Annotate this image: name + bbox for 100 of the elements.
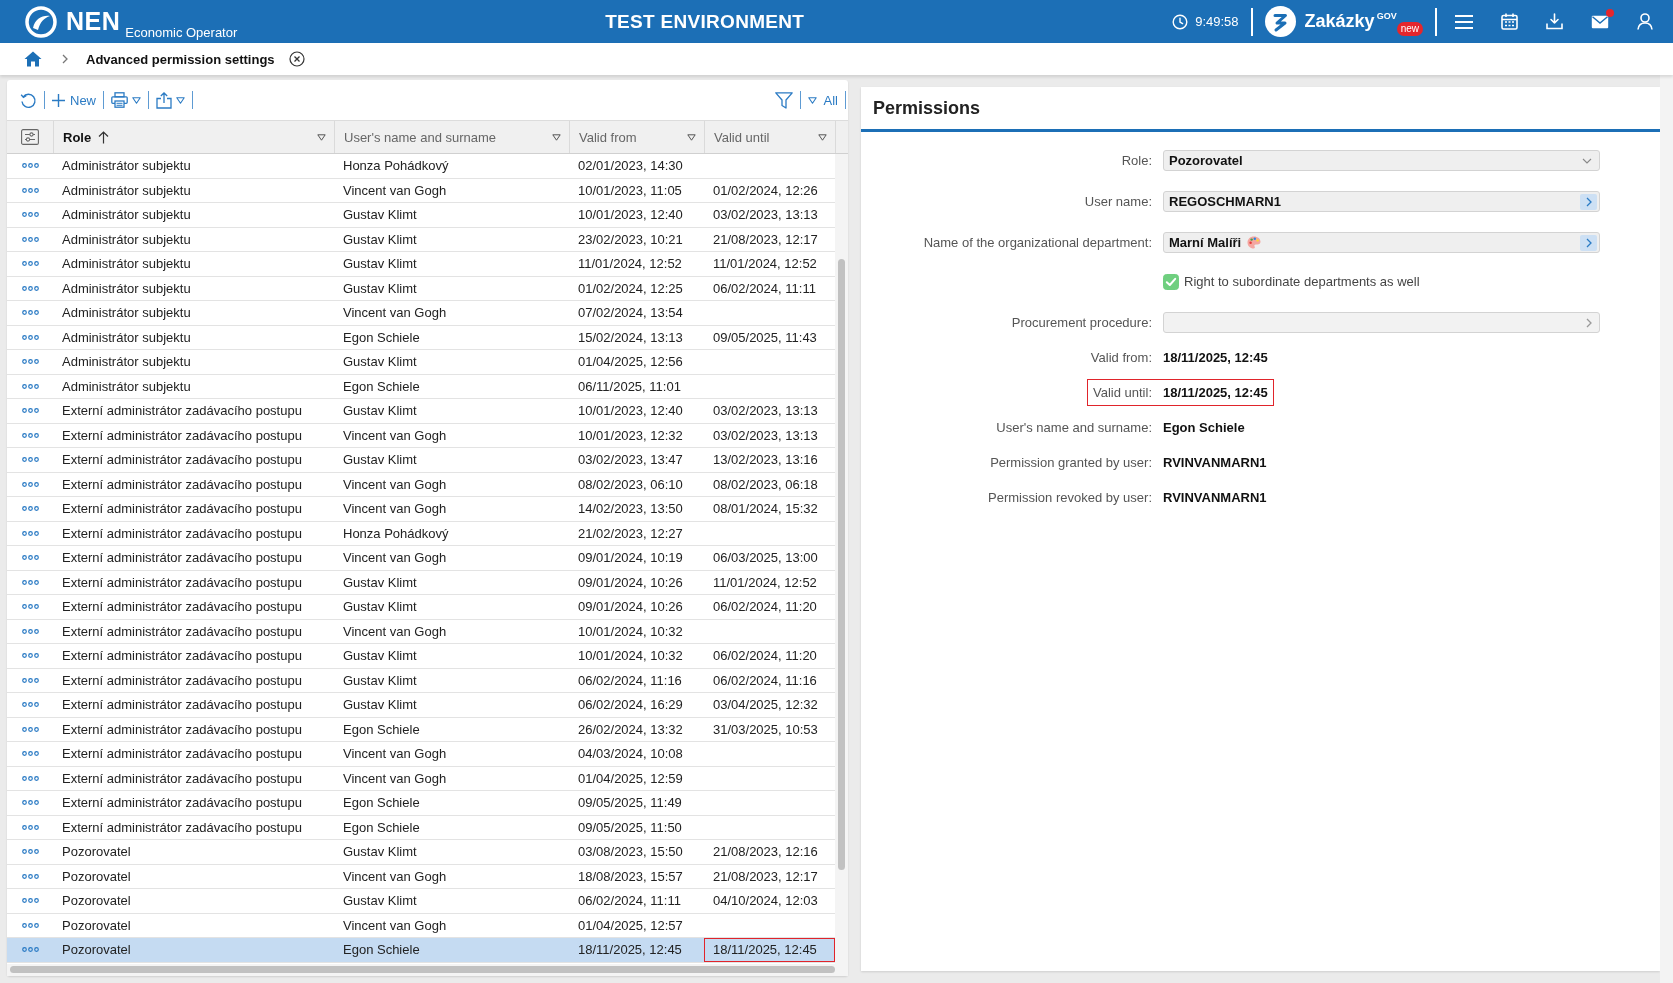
table-row[interactable]: Administrátor subjektu Egon Schiele 15/02/2024, 13:13 09/05/2025, 11:43 bbox=[7, 325, 835, 350]
export-button[interactable] bbox=[156, 91, 185, 109]
more-icon[interactable] bbox=[21, 530, 39, 536]
menu-icon[interactable] bbox=[1455, 14, 1473, 29]
more-icon[interactable] bbox=[21, 849, 39, 855]
more-icon[interactable] bbox=[21, 922, 39, 928]
table-row[interactable]: Externí administrátor zadávacího postupu Vincent van Gogh 10/01/2023, 12:32 03/02/2023, 13:13 bbox=[7, 423, 835, 448]
lookup-field[interactable]: REGOSCHMARN1 bbox=[1163, 191, 1600, 212]
table-row[interactable]: Externí administrátor zadávacího postupu Egon Schiele 09/05/2025, 11:49 bbox=[7, 791, 835, 816]
table-row[interactable]: Administrátor subjektu Gustav Klimt 01/04/2025, 12:56 bbox=[7, 350, 835, 375]
filter-caret-icon[interactable] bbox=[687, 133, 696, 141]
lookup-button[interactable] bbox=[1580, 193, 1597, 210]
table-row[interactable]: Administrátor subjektu Gustav Klimt 10/01/2023, 12:40 03/02/2023, 13:13 bbox=[7, 203, 835, 228]
table-cell-text: Administrátor subjektu bbox=[61, 157, 192, 176]
more-icon[interactable] bbox=[21, 506, 39, 512]
table-row[interactable]: Externí administrátor zadávacího postupu Honza Pohádkový 21/02/2023, 12:27 bbox=[7, 521, 835, 546]
table-row[interactable]: Administrátor subjektu Vincent van Gogh 07/02/2024, 13:54 bbox=[7, 301, 835, 326]
more-icon[interactable] bbox=[21, 653, 39, 659]
more-icon[interactable] bbox=[21, 383, 39, 389]
mail-icon[interactable] bbox=[1591, 14, 1609, 29]
table-row[interactable]: Externí administrátor zadávacího postupu Gustav Klimt 10/01/2023, 12:40 03/02/2023, 13:13 bbox=[7, 399, 835, 424]
more-icon[interactable] bbox=[21, 824, 39, 830]
table-row[interactable]: Externí administrátor zadávacího postupu Vincent van Gogh 01/04/2025, 12:59 bbox=[7, 766, 835, 791]
lookup-field[interactable]: Marní Malíři bbox=[1163, 232, 1600, 253]
new-button[interactable]: New bbox=[52, 92, 96, 108]
column-header[interactable]: Role bbox=[53, 121, 334, 153]
table-row[interactable]: Pozorovatel Vincent van Gogh 18/08/2023, 15:57 21/08/2023, 12:17 bbox=[7, 864, 835, 889]
download-icon[interactable] bbox=[1546, 13, 1563, 30]
table-row[interactable]: Administrátor subjektu Honza Pohádkový 02/01/2023, 14:30 bbox=[7, 154, 835, 179]
table-row[interactable]: Externí administrátor zadávacího postupu Gustav Klimt 10/01/2024, 10:32 06/02/2024, 11:20 bbox=[7, 644, 835, 669]
more-icon[interactable] bbox=[21, 800, 39, 806]
table-row[interactable]: Administrátor subjektu Gustav Klimt 23/02/2023, 10:21 21/08/2023, 12:17 bbox=[7, 227, 835, 252]
select-field[interactable]: Pozorovatel bbox=[1163, 150, 1600, 171]
table-row[interactable]: Administrátor subjektu Egon Schiele 06/11/2025, 11:01 bbox=[7, 374, 835, 399]
logo-icon[interactable] bbox=[25, 5, 57, 38]
table-row[interactable]: Externí administrátor zadávacího postupu Vincent van Gogh 14/02/2023, 13:50 08/01/2024, 15:32 bbox=[7, 497, 835, 522]
table-row[interactable]: Externí administrátor zadávacího postupu Vincent van Gogh 04/03/2024, 10:08 bbox=[7, 742, 835, 767]
app-name[interactable]: Zakázky bbox=[1304, 11, 1375, 32]
more-icon[interactable] bbox=[21, 702, 39, 708]
more-icon[interactable] bbox=[21, 212, 39, 218]
more-icon[interactable] bbox=[21, 261, 39, 267]
column-settings-icon[interactable] bbox=[21, 129, 39, 145]
more-icon[interactable] bbox=[21, 677, 39, 683]
user-icon[interactable] bbox=[1637, 13, 1653, 30]
more-icon[interactable] bbox=[21, 751, 39, 757]
more-icon[interactable] bbox=[21, 898, 39, 904]
more-icon[interactable] bbox=[21, 726, 39, 732]
more-icon[interactable] bbox=[21, 604, 39, 610]
table-row[interactable]: Administrátor subjektu Gustav Klimt 11/01/2024, 12:52 11/01/2024, 12:52 bbox=[7, 252, 835, 277]
more-icon[interactable] bbox=[21, 310, 39, 316]
more-icon[interactable] bbox=[21, 236, 39, 242]
vertical-scrollbar[interactable] bbox=[835, 154, 848, 964]
more-icon[interactable] bbox=[21, 873, 39, 879]
table-row[interactable]: Externí administrátor zadávacího postupu Gustav Klimt 06/02/2024, 11:16 06/02/2024, 11:16 bbox=[7, 668, 835, 693]
filter-caret-icon[interactable] bbox=[552, 133, 561, 141]
print-button[interactable] bbox=[111, 92, 141, 108]
lookup-button[interactable] bbox=[1580, 234, 1597, 251]
table-row[interactable]: Pozorovatel Egon Schiele 18/11/2025, 12:45 18/11/2025, 12:45 bbox=[7, 938, 835, 963]
more-icon[interactable] bbox=[21, 334, 39, 340]
column-header[interactable]: Valid until bbox=[704, 121, 835, 153]
filter-all-button[interactable]: All bbox=[807, 92, 838, 108]
app-logo-icon[interactable] bbox=[1264, 6, 1296, 37]
filter-caret-icon[interactable] bbox=[818, 133, 827, 141]
more-icon[interactable] bbox=[21, 163, 39, 169]
table-row[interactable]: Pozorovatel Gustav Klimt 03/08/2023, 15:50 21/08/2023, 12:16 bbox=[7, 840, 835, 865]
table-row[interactable]: Externí administrátor zadávacího postupu Gustav Klimt 09/01/2024, 10:26 06/02/2024, 11:20 bbox=[7, 595, 835, 620]
refresh-button[interactable] bbox=[20, 91, 37, 109]
more-icon[interactable] bbox=[21, 285, 39, 291]
more-icon[interactable] bbox=[21, 408, 39, 414]
more-icon[interactable] bbox=[21, 628, 39, 634]
table-row[interactable]: Externí administrátor zadávacího postupu Vincent van Gogh 10/01/2024, 10:32 bbox=[7, 619, 835, 644]
more-icon[interactable] bbox=[21, 457, 39, 463]
more-icon[interactable] bbox=[21, 947, 39, 953]
more-icon[interactable] bbox=[21, 359, 39, 365]
more-icon[interactable] bbox=[21, 555, 39, 561]
table-row[interactable]: Pozorovatel Gustav Klimt 06/02/2024, 11:11 04/10/2024, 12:03 bbox=[7, 889, 835, 914]
table-row[interactable]: Externí administrátor zadávacího postupu Vincent van Gogh 08/02/2023, 06:10 08/02/2023, 06:18 bbox=[7, 472, 835, 497]
table-row[interactable]: Externí administrátor zadávacího postupu Vincent van Gogh 09/01/2024, 10:19 06/03/2025, 13:00 bbox=[7, 546, 835, 571]
close-icon[interactable] bbox=[288, 51, 305, 67]
calendar-icon[interactable] bbox=[1501, 13, 1518, 30]
table-row[interactable]: Externí administrátor zadávacího postupu Egon Schiele 09/05/2025, 11:50 bbox=[7, 815, 835, 840]
checkbox[interactable] bbox=[1163, 273, 1179, 290]
table-row[interactable]: Externí administrátor zadávacího postupu Gustav Klimt 06/02/2024, 16:29 03/04/2025, 12:32 bbox=[7, 693, 835, 718]
horizontal-scrollbar[interactable] bbox=[7, 964, 848, 976]
more-icon[interactable] bbox=[21, 775, 39, 781]
more-icon[interactable] bbox=[21, 432, 39, 438]
table-row[interactable]: Externí administrátor zadávacího postupu Gustav Klimt 03/02/2023, 13:47 13/02/2023, 13:16 bbox=[7, 448, 835, 473]
column-header[interactable]: Valid from bbox=[569, 121, 704, 153]
table-row[interactable]: Administrátor subjektu Vincent van Gogh 10/01/2023, 11:05 01/02/2024, 12:26 bbox=[7, 178, 835, 203]
home-icon[interactable] bbox=[24, 51, 42, 67]
filter-button[interactable] bbox=[774, 91, 793, 109]
table-row[interactable]: Externí administrátor zadávacího postupu Gustav Klimt 09/01/2024, 10:26 11/01/2024, 12:52 bbox=[7, 570, 835, 595]
more-icon[interactable] bbox=[21, 579, 39, 585]
filter-caret-icon[interactable] bbox=[317, 133, 326, 141]
table-row[interactable]: Externí administrátor zadávacího postupu Egon Schiele 26/02/2024, 13:32 31/03/2025, 10:53 bbox=[7, 717, 835, 742]
column-header[interactable]: User's name and surname bbox=[334, 121, 569, 153]
table-row[interactable]: Administrátor subjektu Gustav Klimt 01/02/2024, 12:25 06/02/2024, 11:11 bbox=[7, 276, 835, 301]
scrollbar-track[interactable] bbox=[1660, 75, 1673, 983]
more-icon[interactable] bbox=[21, 481, 39, 487]
more-icon[interactable] bbox=[21, 187, 39, 193]
